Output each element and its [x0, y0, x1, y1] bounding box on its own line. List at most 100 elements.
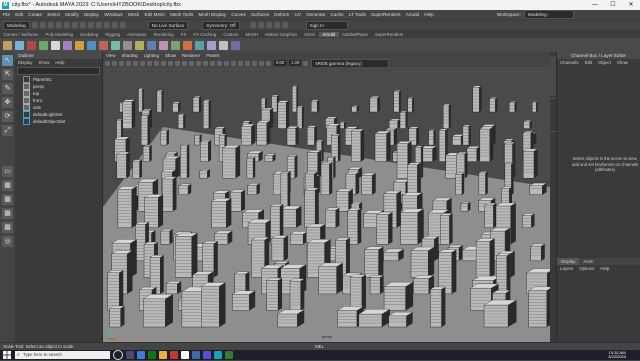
persp-outliner-icon[interactable]: ▦	[2, 194, 13, 205]
shelf-tab-xgen[interactable]: XGen	[301, 32, 319, 37]
shelf-tool-icon[interactable]	[15, 40, 24, 50]
textured-icon[interactable]	[210, 60, 215, 66]
taskbar-app-icon[interactable]	[137, 351, 145, 359]
shelf-tool-icon[interactable]	[63, 40, 72, 50]
channel-box-menu-show[interactable]: Show	[614, 59, 631, 66]
outliner-item[interactable]: defaultLightSet	[15, 111, 102, 118]
outliner-item[interactable]: side	[15, 104, 102, 111]
menu-generate[interactable]: Generate	[304, 12, 328, 17]
menu-mesh[interactable]: Mesh	[125, 12, 141, 17]
menu-edit[interactable]: Edit	[13, 12, 26, 17]
shadows-icon[interactable]	[224, 60, 229, 66]
grease-pencil-icon[interactable]	[140, 60, 145, 66]
taskbar-app-icon[interactable]	[148, 351, 156, 359]
close-button[interactable]: ✕	[622, 0, 640, 10]
menu-superrenders[interactable]: SuperRenders	[368, 12, 403, 17]
ipr-render-icon[interactable]	[257, 22, 264, 28]
menu-set-dropdown[interactable]: Modeling	[3, 20, 30, 30]
menu-modify[interactable]: Modify	[63, 12, 82, 17]
shelf-tab-superrenders[interactable]: SuperRenders	[371, 32, 406, 37]
shelf-tab-rendering[interactable]: Rendering	[150, 32, 177, 37]
menu-windows[interactable]: Windows	[102, 12, 126, 17]
single-view-icon[interactable]: ▭	[2, 166, 13, 177]
viewport-menu-show[interactable]: Show	[162, 52, 179, 59]
near-clip-field[interactable]: 0.00	[274, 60, 287, 66]
wireframe-icon[interactable]	[189, 60, 194, 66]
outliner-menu-display[interactable]: Display	[15, 59, 35, 66]
taskbar-app-icon[interactable]	[113, 350, 123, 360]
shelf-tool-icon[interactable]	[207, 40, 216, 50]
grid-icon[interactable]	[147, 60, 152, 66]
outliner-search-input[interactable]	[17, 67, 100, 75]
channel-box-menu-channels[interactable]: Channels	[557, 59, 582, 66]
outliner-item[interactable]: persp	[15, 83, 102, 90]
layout-icon[interactable]: ▦	[2, 222, 13, 233]
taskbar-app-icon[interactable]	[192, 351, 200, 359]
shelf-tool-icon[interactable]	[135, 40, 144, 50]
persp-graph-icon[interactable]: ▦	[2, 208, 13, 219]
save-scene-icon[interactable]	[47, 22, 54, 28]
select-hierarchy-icon[interactable]	[71, 22, 78, 28]
shelf-tool-icon[interactable]	[231, 40, 240, 50]
shelf-tool-icon[interactable]	[87, 40, 96, 50]
outliner-item[interactable]: top	[15, 90, 102, 97]
taskbar-app-icon[interactable]	[170, 351, 178, 359]
symmetry-dropdown[interactable]: Symmetry: Off	[202, 20, 240, 30]
menu-mesh-tools[interactable]: Mesh Tools	[168, 12, 196, 17]
shelf-tab-motion-graphics[interactable]: Motion Graphics	[262, 32, 301, 37]
menu-help[interactable]: Help	[422, 12, 437, 17]
arnold-render-icon[interactable]	[281, 22, 288, 28]
taskbar-app-icon[interactable]	[225, 351, 233, 359]
outliner-item[interactable]: front	[15, 97, 102, 104]
taskbar-app-icon[interactable]	[126, 351, 134, 359]
rotate-tool-icon[interactable]: ⟳	[2, 111, 13, 122]
shelf-tab-arnold[interactable]: Arnold	[318, 31, 339, 37]
render-frame-icon[interactable]	[249, 22, 256, 28]
shelf-tool-icon[interactable]	[219, 40, 228, 50]
menu-display[interactable]: Display	[81, 12, 101, 17]
channel-box-menu-edit[interactable]: Edit	[582, 59, 596, 66]
viewport-menu-renderer[interactable]: Renderer	[179, 52, 203, 59]
snap-curve-icon[interactable]	[103, 22, 110, 28]
minimize-button[interactable]: —	[586, 0, 604, 10]
menu-arnold[interactable]: Arnold	[403, 12, 421, 17]
shelf-tool-icon[interactable]	[27, 40, 36, 50]
shelf-tool-icon[interactable]	[3, 40, 12, 50]
taskbar-app-icon[interactable]	[181, 351, 189, 359]
smooth-shade-icon[interactable]	[196, 60, 201, 66]
select-tool-icon[interactable]: ↖	[2, 55, 13, 66]
gate-mask-icon[interactable]	[168, 60, 173, 66]
viewport-menu-panels[interactable]: Panels	[203, 52, 222, 59]
shelf-tab-fx[interactable]: FX	[177, 32, 190, 37]
layer-tab-display[interactable]: Display	[557, 258, 580, 265]
shelf-tool-icon[interactable]	[123, 40, 132, 50]
xray-components-icon[interactable]	[266, 60, 271, 66]
shelf-tool-icon[interactable]	[147, 40, 156, 50]
menu-select[interactable]: Select	[45, 12, 63, 17]
menu-deform[interactable]: Deform	[272, 12, 292, 17]
shelf-tool-icon[interactable]	[39, 40, 48, 50]
maximize-button[interactable]: ☐	[604, 0, 622, 10]
outliner-item[interactable]: Plane001	[15, 76, 102, 83]
shelf-tool-icon[interactable]	[75, 40, 84, 50]
four-view-icon[interactable]: ▦	[2, 180, 13, 191]
menu-uv[interactable]: UV	[292, 12, 304, 17]
taskbar-clock[interactable]: 10:32 AM 3/22/2023	[608, 350, 626, 361]
resolution-gate-icon[interactable]	[161, 60, 166, 66]
layer-menu-help[interactable]: Help	[597, 265, 612, 272]
menu-curves[interactable]: Curves	[229, 12, 249, 17]
menu-file[interactable]: File	[0, 12, 13, 17]
camera-attributes-icon[interactable]	[112, 60, 117, 66]
layer-tab-anim[interactable]: Anim	[579, 258, 597, 265]
shelf-tab-animation[interactable]: Animation	[123, 32, 150, 37]
shelf-tab-fx-caching[interactable]: FX Caching	[190, 32, 220, 37]
shelf-tab-sculpting[interactable]: Sculpting	[77, 32, 102, 37]
image-plane-icon[interactable]	[126, 60, 131, 66]
xray-joints-icon[interactable]	[259, 60, 264, 66]
scale-tool-icon[interactable]: ⤢	[2, 125, 13, 136]
shelf-tab-curves-surfaces[interactable]: Curves / Surfaces	[0, 32, 42, 37]
outliner-menu-show[interactable]: Show	[35, 59, 52, 66]
viewport-menu-view[interactable]: View	[103, 52, 118, 59]
snap-point-icon[interactable]	[111, 22, 118, 28]
lasso-tool-icon[interactable]: ⇱	[2, 69, 13, 80]
